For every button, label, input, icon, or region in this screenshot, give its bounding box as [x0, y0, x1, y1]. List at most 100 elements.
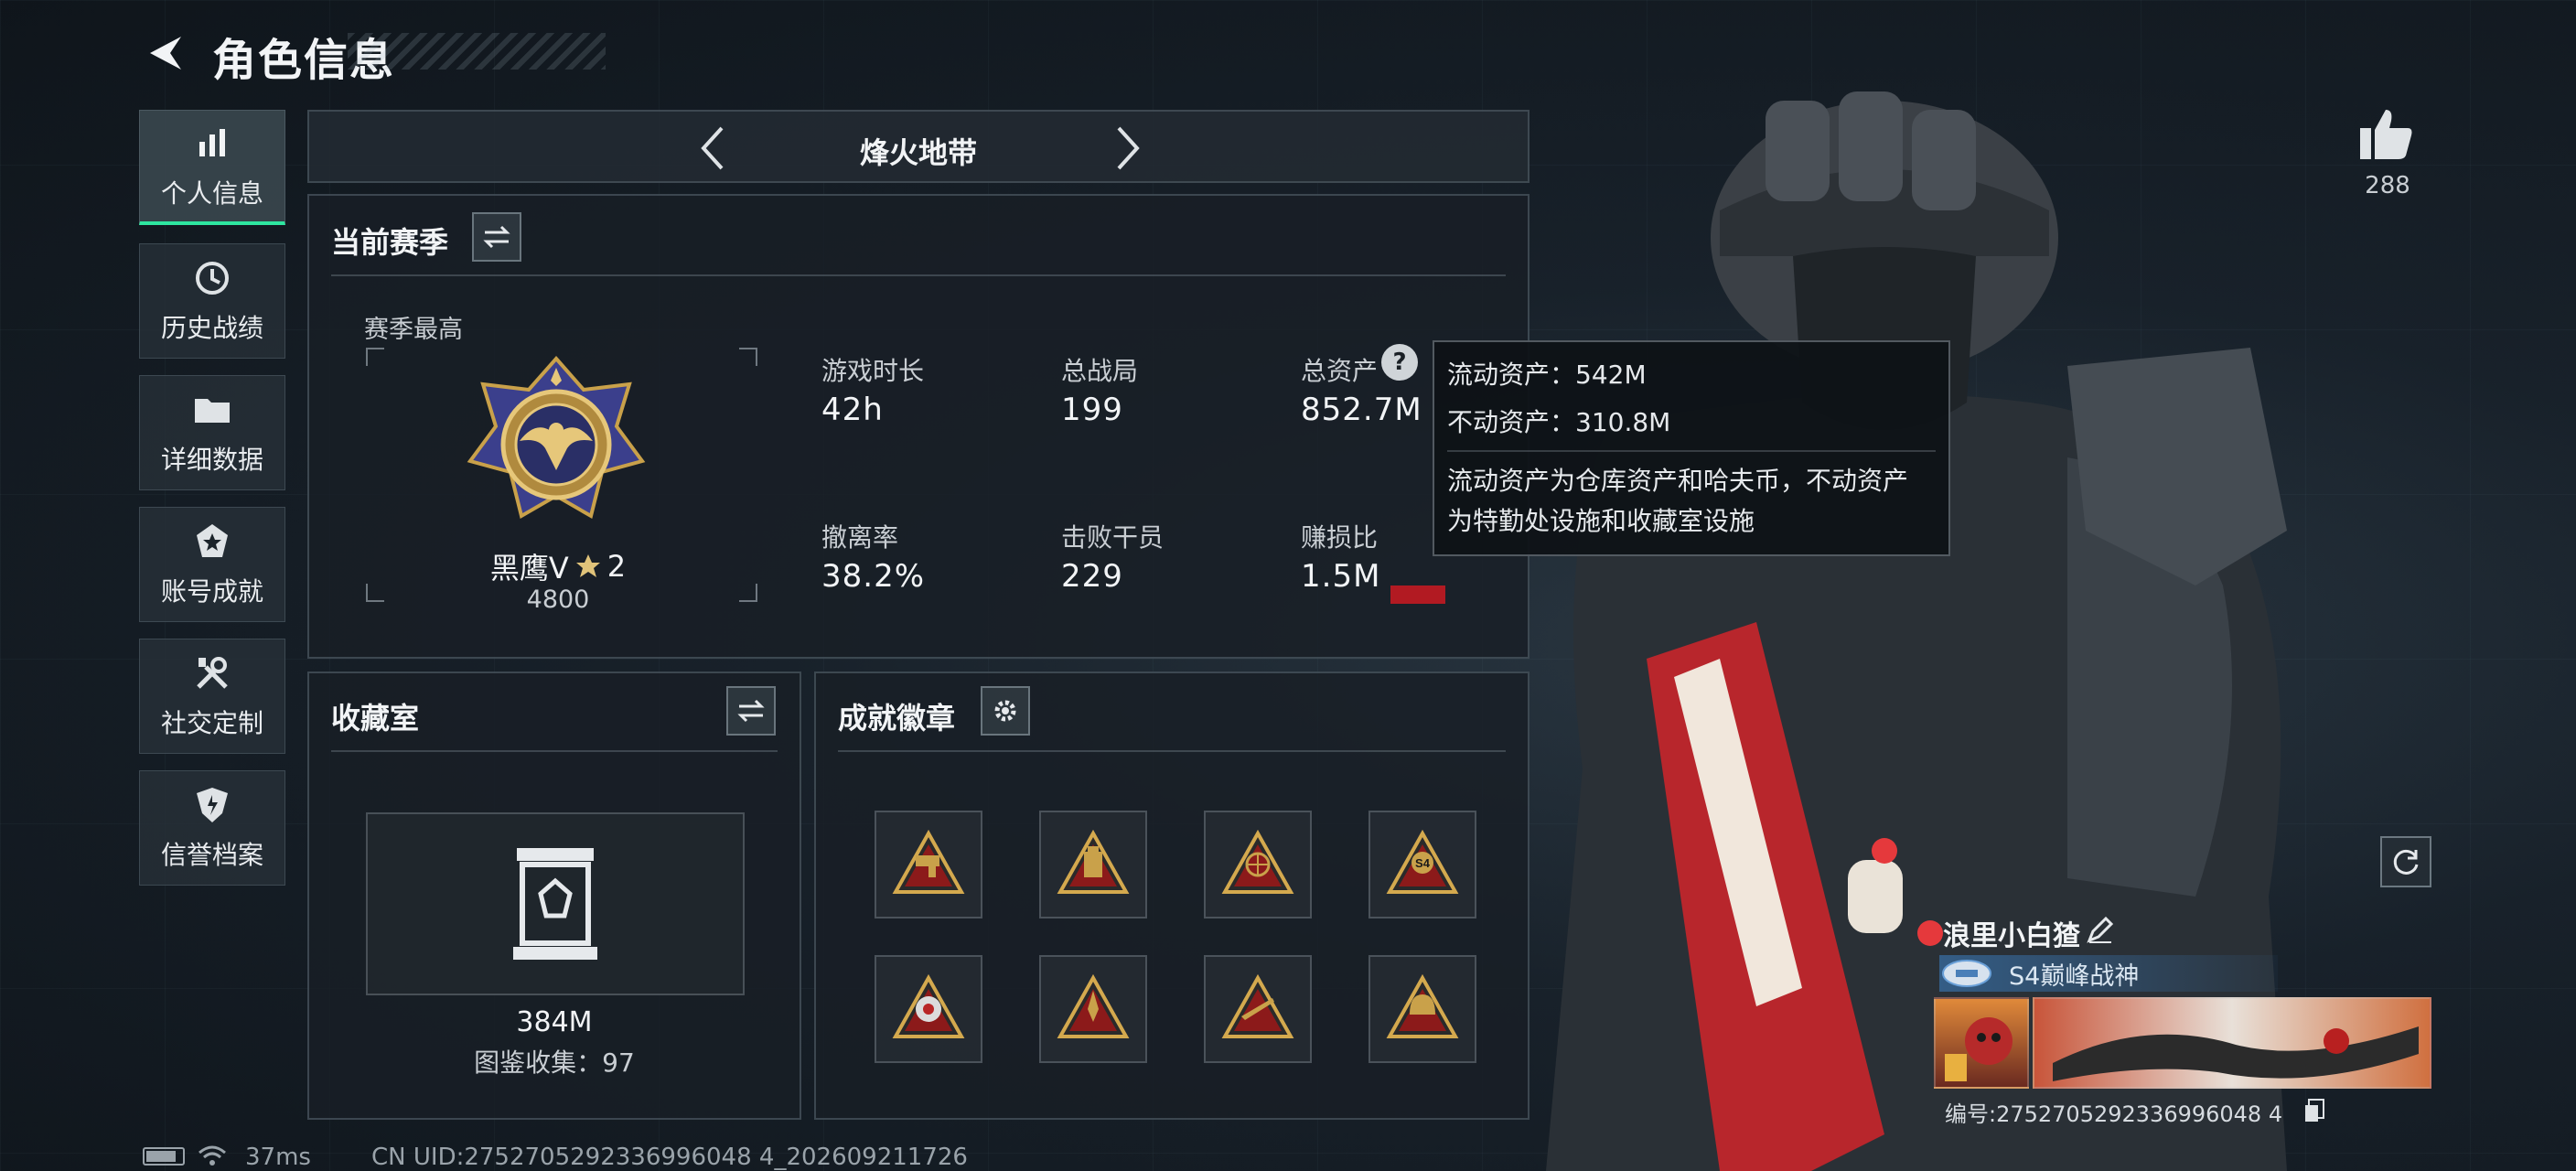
stat-label-assets: 总资产	[1301, 356, 1379, 386]
rotate-character-button[interactable]	[2380, 836, 2431, 887]
rank-stars: 2	[606, 549, 627, 584]
achievement-badge[interactable]	[1039, 955, 1147, 1063]
nav-label: 详细数据	[160, 445, 263, 475]
eagle-rank-icon	[467, 355, 646, 520]
season-switch-button[interactable]	[472, 212, 521, 262]
stat-label-matches: 总战局	[1061, 356, 1139, 386]
stat-value-profit-ratio: 1.5M	[1301, 558, 1381, 595]
folder-icon	[191, 389, 233, 431]
nav-item-social[interactable]: 社交定制	[139, 639, 285, 754]
nav-label: 个人信息	[160, 177, 263, 209]
gear-icon	[994, 700, 1016, 722]
title-emblem-icon	[1942, 960, 1991, 987]
nav-item-achievements[interactable]: 账号成就	[139, 507, 285, 622]
tools-icon	[191, 652, 233, 694]
collection-value: 384M	[516, 1006, 593, 1038]
status-uid: CN UID:2752705292336996048 4_20260921172…	[371, 1144, 968, 1171]
nav-item-profile[interactable]: 个人信息	[139, 110, 285, 225]
badges-settings-button[interactable]	[981, 686, 1030, 736]
back-button[interactable]	[137, 26, 192, 81]
like-button[interactable]	[2358, 106, 2422, 170]
player-title-bar: S4巅峰战神	[1939, 955, 2278, 992]
frame-corner	[739, 584, 757, 602]
history-clock-icon	[191, 257, 233, 299]
like-count: 288	[2365, 172, 2410, 199]
player-name: 浪里小白猹	[1943, 920, 2080, 952]
season-panel: 当前赛季 赛季最高 黑鹰V 2 4800 游戏时长 42h 总战局 199 总资…	[307, 194, 1530, 659]
gear-badge-icon	[892, 973, 965, 1038]
back-arrow-icon	[150, 37, 181, 70]
collection-switch-button[interactable]	[726, 686, 776, 736]
achievement-badge[interactable]	[875, 955, 982, 1063]
next-mode-button[interactable]	[1101, 121, 1156, 176]
stat-value-extract-rate: 38.2%	[821, 558, 926, 595]
achievement-badge[interactable]	[875, 811, 982, 919]
mode-selector: 烽火地带	[307, 110, 1530, 183]
target-badge-icon	[1221, 829, 1294, 894]
nav-label: 信誉档案	[160, 840, 263, 870]
collection-gallery-count: 图鉴收集：97	[474, 1047, 635, 1078]
display-case-icon	[513, 848, 597, 960]
stat-value-playtime: 42h	[821, 392, 884, 428]
tooltip-divider	[1447, 450, 1936, 452]
mode-name: 烽火地带	[859, 135, 977, 170]
frame-corner	[739, 348, 757, 366]
thumbs-up-icon	[2360, 110, 2412, 159]
rifle-badge-icon	[1221, 973, 1294, 1038]
swap-icon	[483, 225, 510, 249]
tooltip-liquid-assets: 流动资产：542M	[1447, 360, 1647, 390]
badges-title: 成就徽章	[838, 701, 956, 736]
stat-value-kills: 229	[1061, 558, 1123, 595]
nav-label: 账号成就	[160, 576, 263, 607]
chevron-right-icon	[1117, 126, 1140, 170]
ping-text: 37ms	[245, 1144, 311, 1171]
rank-name: 黑鹰V	[489, 551, 569, 586]
nav-item-credit[interactable]: 信誉档案	[139, 770, 285, 886]
achievement-badge[interactable]	[1204, 955, 1312, 1063]
achievement-badge[interactable]	[1039, 811, 1147, 919]
rank-emblem	[465, 353, 648, 536]
rocket-badge-icon	[1057, 973, 1130, 1038]
tooltip-desc-line2: 为特勤处设施和收藏室设施	[1447, 506, 1755, 536]
stat-label-kills: 击败干员	[1061, 522, 1165, 553]
copy-icon	[2305, 1099, 2324, 1122]
pistol-badge-icon	[892, 829, 965, 894]
rank-score: 4800	[526, 586, 590, 614]
player-avatar[interactable]	[1934, 997, 2029, 1089]
edit-pencil-icon	[2087, 916, 2114, 943]
collection-title: 收藏室	[331, 701, 420, 736]
swap-icon	[737, 699, 765, 723]
vest-badge-icon	[1057, 829, 1130, 894]
rank-line: 黑鹰V 2	[467, 545, 649, 587]
season-title: 当前赛季	[331, 225, 449, 260]
bar-chart-icon	[191, 123, 233, 165]
refresh-icon	[2393, 849, 2419, 875]
nav-label: 历史战绩	[160, 313, 263, 343]
stat-label-playtime: 游戏时长	[821, 356, 925, 386]
nav-item-history[interactable]: 历史战绩	[139, 243, 285, 359]
collection-panel: 收藏室 384M 图鉴收集：97	[307, 671, 801, 1120]
wifi-icon	[198, 1144, 227, 1169]
copy-uid-button[interactable]	[2303, 1098, 2327, 1125]
achievement-badge[interactable]	[1204, 811, 1312, 919]
collection-preview[interactable]	[366, 812, 745, 995]
frame-corner	[366, 348, 384, 366]
edit-name-button[interactable]	[2086, 915, 2117, 946]
collection-divider	[331, 750, 778, 752]
stat-label-profit-ratio: 赚损比	[1301, 522, 1379, 553]
frame-corner	[366, 584, 384, 602]
credit-shield-icon	[191, 784, 233, 826]
tooltip-fixed-assets: 不动资产：310.8M	[1447, 407, 1671, 437]
season-best-label: 赛季最高	[364, 316, 463, 344]
stat-label-extract-rate: 撤离率	[821, 522, 899, 553]
player-name-card[interactable]	[2033, 997, 2431, 1089]
nav-item-details[interactable]: 详细数据	[139, 375, 285, 490]
player-title: S4巅峰战神	[2009, 962, 2140, 991]
player-uid: 编号:2752705292336996048 4	[1945, 1101, 2283, 1127]
assets-tooltip: 流动资产：542M 不动资产：310.8M 流动资产为仓库资产和哈夫币，不动资产…	[1433, 340, 1950, 556]
stat-value-matches: 199	[1061, 392, 1123, 428]
title-decoration	[348, 33, 606, 70]
star-icon	[575, 554, 600, 577]
nav-label: 社交定制	[160, 708, 263, 738]
season-divider	[331, 274, 1506, 276]
